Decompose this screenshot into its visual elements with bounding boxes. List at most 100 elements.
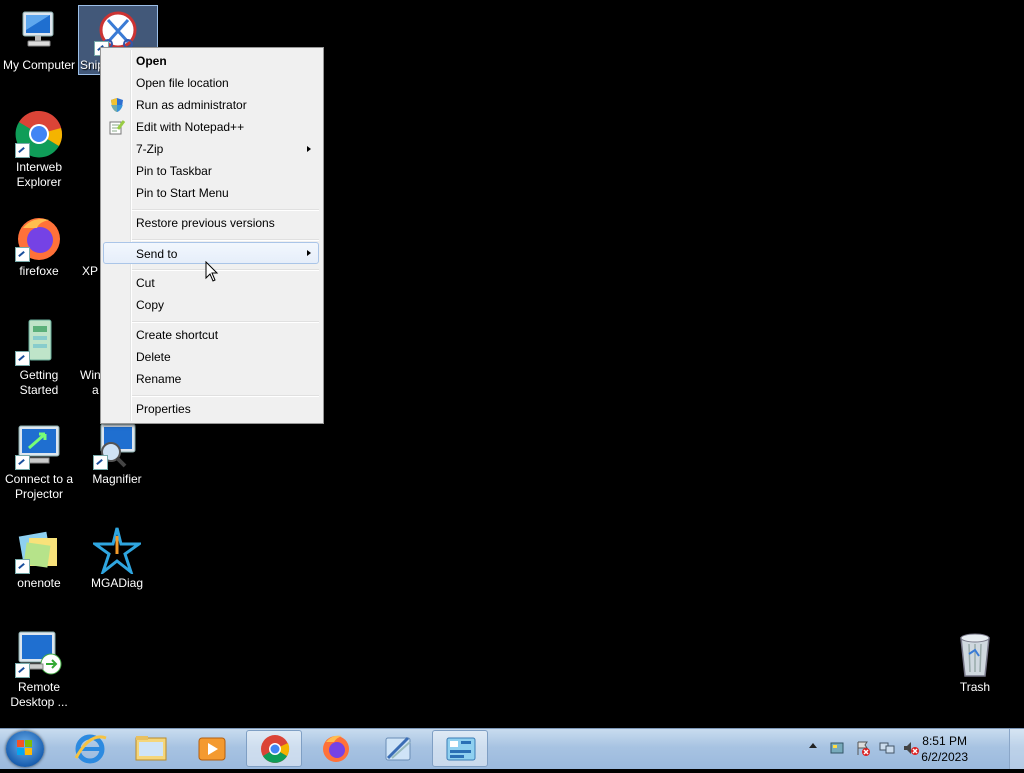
desktop-icon-label: a [92, 383, 99, 397]
shortcut-arrow-icon [15, 143, 30, 158]
menu-item-7zip[interactable]: 7-Zip [103, 138, 319, 160]
taskbar-snipping-tool[interactable] [370, 730, 426, 767]
menu-separator [132, 209, 319, 211]
desktop-icon-label: Magnifier [92, 472, 142, 486]
menu-item-label: Properties [136, 402, 191, 416]
desktop-icon-onenote[interactable]: onenote [0, 526, 78, 591]
menu-item-label: Open [136, 54, 167, 68]
desktop-icon-label: Trash [959, 680, 991, 694]
uac-shield-icon [109, 97, 125, 113]
windows-logo-icon [17, 740, 32, 755]
firefox-icon [323, 735, 349, 762]
control-panel-icon [446, 737, 476, 761]
menu-item-open[interactable]: Open [103, 50, 319, 72]
projector-icon [15, 422, 63, 470]
sticky-notes-icon [15, 526, 63, 574]
shortcut-arrow-icon [93, 455, 108, 470]
desktop-icon-label: XP [82, 264, 99, 278]
desktop-icon-windows-media[interactable]: Win a [80, 318, 102, 398]
remote-desktop-icon [15, 630, 63, 678]
desktop-icon-mgadiag[interactable]: MGADiag [78, 526, 156, 591]
shortcut-arrow-icon [15, 663, 30, 678]
notepadpp-icon [109, 119, 126, 135]
menu-item-pin-to-taskbar[interactable]: Pin to Taskbar [103, 160, 319, 182]
mgadiag-star-icon [90, 526, 144, 577]
menu-item-properties[interactable]: Properties [103, 398, 319, 420]
taskbar-control-panel[interactable] [432, 730, 488, 767]
shortcut-arrow-icon [15, 559, 30, 574]
desktop-icon-getting-started[interactable]: Getting Started [0, 318, 78, 398]
menu-item-delete[interactable]: Delete [103, 346, 319, 368]
shortcut-arrow-icon [15, 455, 30, 470]
computer-icon [15, 8, 63, 56]
menu-separator [132, 395, 319, 397]
menu-item-label: Restore previous versions [136, 216, 275, 230]
folder-icon [135, 736, 167, 761]
desktop-icon-remote-desktop[interactable]: Remote Desktop ... [0, 630, 78, 710]
menu-item-edit-with-notepadpp[interactable]: Edit with Notepad++ [103, 116, 319, 138]
chrome-icon [15, 110, 63, 158]
desktop-icon-label: My Computer [2, 58, 76, 72]
start-button[interactable] [6, 731, 44, 767]
volume-muted-icon[interactable] [903, 740, 919, 756]
desktop-icon-magnifier[interactable]: Magnifier [78, 422, 156, 487]
system-tray: 8:51 PM 6/2/2023 [809, 729, 1024, 769]
desktop-icon-label: Win [80, 368, 101, 382]
clock[interactable]: 8:51 PM 6/2/2023 [921, 733, 968, 765]
menu-item-run-as-administrator[interactable]: Run as administrator [103, 94, 319, 116]
context-menu: Open Open file location Run as administr… [100, 47, 324, 424]
taskbar-windows-explorer[interactable] [123, 730, 179, 767]
menu-item-label: Rename [136, 372, 182, 386]
taskbar-firefox[interactable] [308, 730, 364, 767]
menu-item-label: Pin to Start Menu [136, 186, 229, 200]
internet-explorer-icon [74, 734, 107, 764]
menu-item-pin-to-start-menu[interactable]: Pin to Start Menu [103, 182, 319, 204]
menu-item-label: Open file location [136, 76, 229, 90]
submenu-arrow-icon [307, 250, 311, 256]
menu-item-label: Delete [136, 350, 171, 364]
menu-item-label: Copy [136, 298, 165, 312]
desktop-icon-label: Remote Desktop ... [10, 680, 68, 709]
desktop-icon-xp[interactable]: XP [82, 214, 102, 279]
media-player-icon [198, 737, 226, 761]
menu-item-label: 7-Zip [136, 142, 164, 156]
taskbar-internet-explorer[interactable] [62, 730, 118, 767]
desktop-icon-label: Getting Started [19, 368, 59, 397]
taskbar-chrome[interactable] [246, 730, 302, 767]
menu-item-label: Pin to Taskbar [136, 164, 212, 178]
desktop-icon-label: MGADiag [90, 576, 143, 590]
shortcut-arrow-icon [15, 351, 30, 366]
magnifier-icon [93, 422, 141, 470]
show-hidden-icons-icon[interactable] [809, 743, 817, 748]
taskbar-media-player[interactable] [184, 730, 240, 767]
menu-item-restore-previous-versions[interactable]: Restore previous versions [103, 212, 319, 234]
snipping-tool-icon [385, 736, 411, 761]
menu-item-open-file-location[interactable]: Open file location [103, 72, 319, 94]
menu-item-label: Cut [136, 276, 155, 290]
menu-item-create-shortcut[interactable]: Create shortcut [103, 324, 319, 346]
menu-separator [132, 239, 319, 241]
menu-separator [132, 321, 319, 323]
menu-item-label: Send to [136, 247, 178, 261]
desktop-icon-interweb-explorer[interactable]: Interweb Explorer [0, 110, 78, 190]
desktop-icon-my-computer[interactable]: My Computer [0, 8, 78, 73]
clock-time: 8:51 PM [922, 734, 967, 748]
flag-error-icon[interactable] [855, 740, 871, 756]
shortcut-arrow-icon [15, 247, 30, 262]
desktop-icon-trash[interactable]: Trash [936, 630, 1014, 695]
submenu-arrow-icon [307, 146, 311, 152]
taskbar: 8:51 PM 6/2/2023 [0, 728, 1024, 769]
menu-item-copy[interactable]: Copy [103, 294, 319, 316]
desktop-icon-firefoxe[interactable]: firefoxe [0, 214, 78, 279]
recycle-bin-icon [951, 630, 999, 678]
desktop-icon-connect-projector[interactable]: Connect to a Projector [0, 422, 78, 502]
network-icon[interactable] [879, 740, 895, 756]
action-center-icon[interactable] [829, 740, 845, 756]
menu-item-label: Edit with Notepad++ [136, 120, 245, 134]
chrome-icon [261, 735, 290, 763]
mouse-cursor-icon [205, 260, 219, 283]
menu-item-rename[interactable]: Rename [103, 368, 319, 390]
getting-started-icon [15, 318, 63, 366]
show-desktop-button[interactable] [1009, 729, 1024, 769]
menu-separator [132, 269, 319, 271]
